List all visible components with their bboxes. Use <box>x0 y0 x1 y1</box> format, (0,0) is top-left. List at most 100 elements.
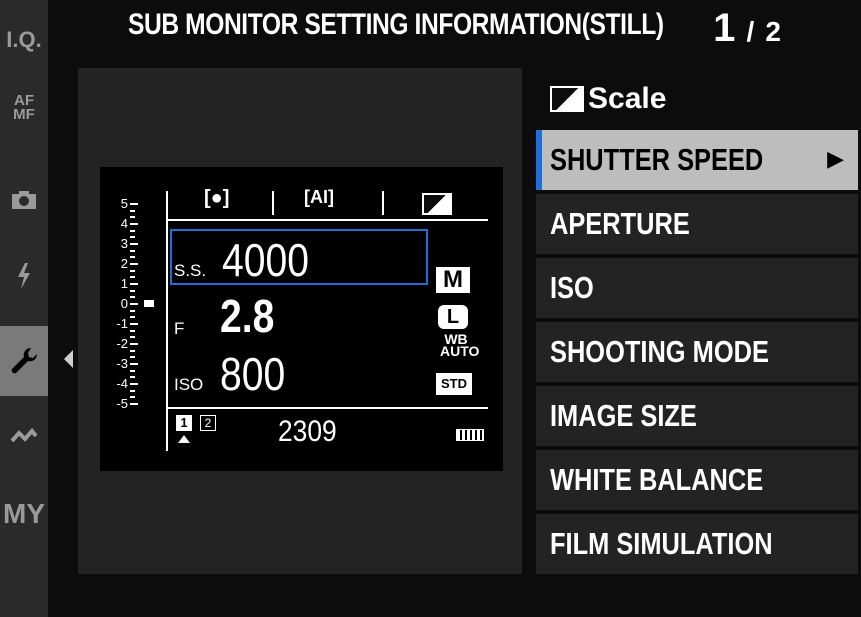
scale-tick <box>130 203 138 205</box>
scale-tick <box>130 283 138 285</box>
tab-af-mf-label: AF MF <box>13 92 35 123</box>
scale-tick <box>130 343 138 345</box>
scale-tick <box>130 323 138 325</box>
exposure-pointer-icon <box>144 300 154 307</box>
scale-minor-tick <box>130 229 135 232</box>
scale-label: -1 <box>116 316 128 331</box>
scale-tick <box>130 383 138 385</box>
tab-flash[interactable] <box>0 248 48 304</box>
frames-remaining: 2309 <box>278 415 337 448</box>
tab-my[interactable]: MY <box>0 486 48 542</box>
scale-minor-tick <box>130 316 135 318</box>
scale-minor-tick <box>130 329 135 332</box>
menu-item-label: ISO <box>550 270 594 305</box>
menu-item-film-simulation[interactable]: FILM SIMULATION <box>536 514 858 574</box>
image-size-icon: L <box>438 305 468 329</box>
scale-minor-tick <box>130 249 135 252</box>
tab-custom[interactable] <box>0 408 48 464</box>
flash-icon <box>18 263 30 289</box>
scale-label: 0 <box>120 296 128 311</box>
menu-item-aperture[interactable]: APERTURE <box>536 194 858 254</box>
selection-accent <box>536 130 542 190</box>
scale-label: 5 <box>120 196 128 211</box>
page-current: 1 <box>713 6 736 50</box>
page-title: SUB MONITOR SETTING INFORMATION(STILL) <box>128 8 664 41</box>
menu-heading: Scale <box>550 82 666 116</box>
scale-tick <box>130 403 138 405</box>
f-label: F <box>174 319 185 338</box>
menu-item-label: SHOOTING MODE <box>550 334 769 369</box>
scale-tick <box>130 363 138 365</box>
scale-label: 4 <box>120 216 128 231</box>
scale-label: -2 <box>116 336 128 351</box>
divider <box>272 191 274 215</box>
menu-heading-label: Scale <box>588 82 667 115</box>
scale-minor-tick <box>130 289 135 292</box>
ai-scene-icon: [AI] <box>304 187 334 207</box>
menu-item-shooting-mode[interactable]: SHOOTING MODE <box>536 322 858 382</box>
card-slot-2: 2 <box>200 415 216 431</box>
scale-minor-tick <box>130 396 135 398</box>
sidebar: I.Q. AF MF MY <box>0 0 56 617</box>
page-indicator: 1 / 2 <box>713 6 781 51</box>
scale-tick <box>130 303 138 305</box>
tab-my-label: MY <box>3 498 45 529</box>
menu-item-iso[interactable]: ISO <box>536 258 858 318</box>
scale-minor-tick <box>130 236 135 238</box>
f-value: 2.8 <box>220 290 275 342</box>
sub-monitor-preview: 5 4 3 2 1 0 -1 -2 -3 -4 -5 [●] [AI] S.S. 4000 F 2.… <box>100 167 503 471</box>
scale-minor-tick <box>130 209 135 212</box>
iso-value: 800 <box>220 348 286 400</box>
wb-bottom: AUTO <box>440 343 480 359</box>
scale-label: -3 <box>116 356 128 371</box>
scale-tick <box>130 263 138 265</box>
menu-item-label: FILM SIMULATION <box>550 526 773 561</box>
scale-minor-tick <box>130 309 135 312</box>
scale-minor-tick <box>130 349 135 352</box>
scale-label: 3 <box>120 236 128 251</box>
page-separator: / <box>746 16 755 47</box>
card-slot-1: 1 <box>176 415 192 431</box>
menu-item-label: WHITE BALANCE <box>550 462 764 497</box>
divider <box>166 219 488 221</box>
scale-minor-tick <box>130 256 135 258</box>
scale-label: -5 <box>116 396 128 411</box>
divider <box>382 191 384 215</box>
battery-icon <box>456 429 484 441</box>
exposure-comp-icon <box>550 86 584 112</box>
scale-tick <box>130 223 138 225</box>
scale-minor-tick <box>130 296 135 298</box>
menu-item-shutter-speed[interactable]: SHUTTER SPEED ▶ <box>536 130 858 190</box>
tab-setup[interactable] <box>0 326 48 396</box>
slot-indicator-icon <box>178 435 190 443</box>
scale-minor-tick <box>130 369 135 372</box>
menu-item-label: SHUTTER SPEED <box>550 142 764 177</box>
wave-icon <box>10 428 38 443</box>
exposure-comp-icon <box>422 193 452 220</box>
scale-minor-tick <box>130 216 135 218</box>
chevron-right-icon: ▶ <box>827 146 844 171</box>
scale-minor-tick <box>130 389 135 392</box>
menu-item-label: IMAGE SIZE <box>550 398 697 433</box>
tab-camera[interactable] <box>0 172 48 228</box>
divider <box>166 407 488 409</box>
collapse-arrow-icon <box>64 350 73 368</box>
tab-af-mf[interactable]: AF MF <box>0 80 48 136</box>
menu-item-image-size[interactable]: IMAGE SIZE <box>536 386 858 446</box>
divider <box>166 191 168 451</box>
page-total: 2 <box>765 16 781 47</box>
scale-label: 2 <box>120 256 128 271</box>
menu-item-white-balance[interactable]: WHITE BALANCE <box>536 450 858 510</box>
tab-iq-label: I.Q. <box>6 27 42 52</box>
scale-label: 1 <box>120 276 128 291</box>
film-sim-icon: STD <box>436 373 472 395</box>
menu-item-label: APERTURE <box>550 206 690 241</box>
scale-tick <box>130 243 138 245</box>
settings-menu: Scale SHUTTER SPEED ▶ APERTURE ISO SHOOT… <box>536 68 858 574</box>
camera-icon <box>12 191 36 209</box>
scale-minor-tick <box>130 276 135 278</box>
ss-value: 4000 <box>222 234 309 286</box>
scale-minor-tick <box>130 356 135 358</box>
footer-bar <box>56 578 861 617</box>
tab-iq[interactable]: I.Q. <box>0 12 48 68</box>
